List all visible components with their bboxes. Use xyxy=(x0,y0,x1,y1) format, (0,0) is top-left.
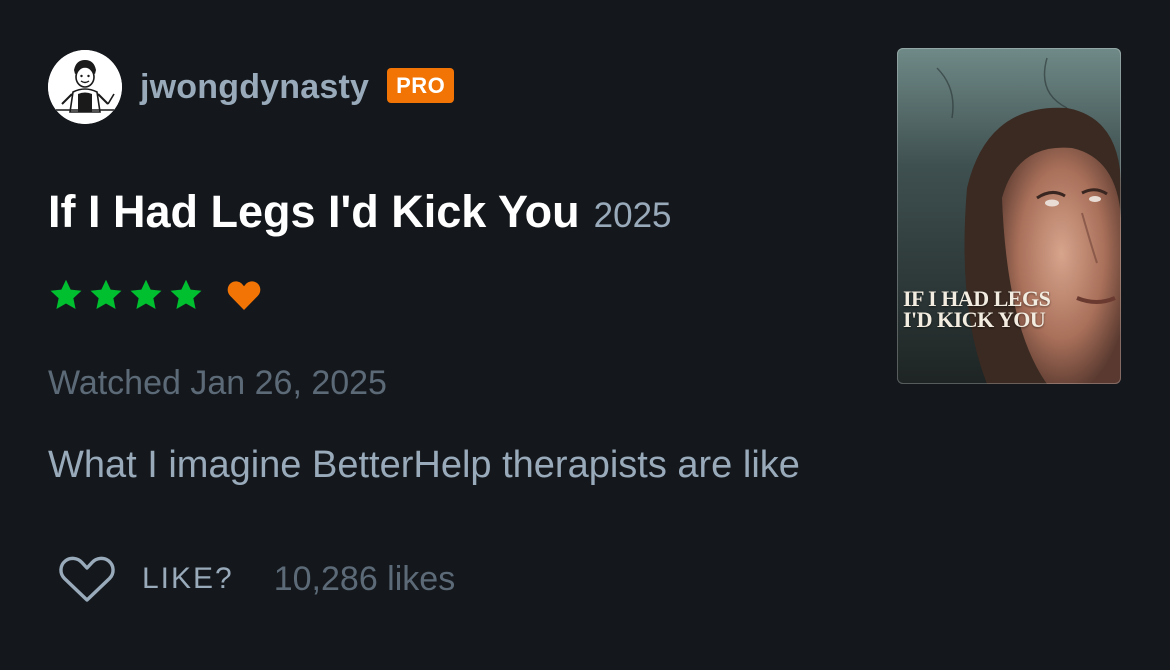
like-button[interactable]: LIKE? xyxy=(142,562,234,596)
film-title[interactable]: If I Had Legs I'd Kick You xyxy=(48,186,580,238)
rating-row xyxy=(48,277,262,313)
poster-artwork xyxy=(897,48,1121,384)
avatar[interactable] xyxy=(48,50,122,124)
reviewer-row[interactable]: jwongdynasty PRO xyxy=(48,50,455,124)
like-bar: LIKE? 10,286 likes xyxy=(58,555,455,603)
liked-heart-icon xyxy=(227,281,261,310)
film-poster[interactable]: IF I HAD LEGS I'D KICK YOU xyxy=(897,48,1121,384)
star-icon xyxy=(90,279,122,309)
poster-title-line-2: I'D KICK YOU xyxy=(903,307,1046,332)
pro-badge: PRO xyxy=(387,67,455,103)
film-heading: If I Had Legs I'd Kick You 2025 xyxy=(48,186,672,238)
like-count[interactable]: 10,286 likes xyxy=(274,560,455,599)
review-card: jwongdynasty PRO If I Had Legs I'd Kick … xyxy=(0,0,1170,670)
star-icon xyxy=(130,279,162,309)
poster-title: IF I HAD LEGS I'D KICK YOU xyxy=(903,286,1073,332)
star-icon xyxy=(170,279,202,309)
poster-title-line-1: IF I HAD LEGS xyxy=(903,286,1051,311)
avatar-cartoon-chef-icon xyxy=(48,50,122,124)
film-year[interactable]: 2025 xyxy=(594,196,672,236)
review-text: What I imagine BetterHelp therapists are… xyxy=(48,444,800,486)
star-icon xyxy=(50,279,82,309)
username[interactable]: jwongdynasty xyxy=(140,68,369,107)
heart-outline-icon[interactable] xyxy=(58,555,116,603)
watched-date: Watched Jan 26, 2025 xyxy=(48,364,387,402)
